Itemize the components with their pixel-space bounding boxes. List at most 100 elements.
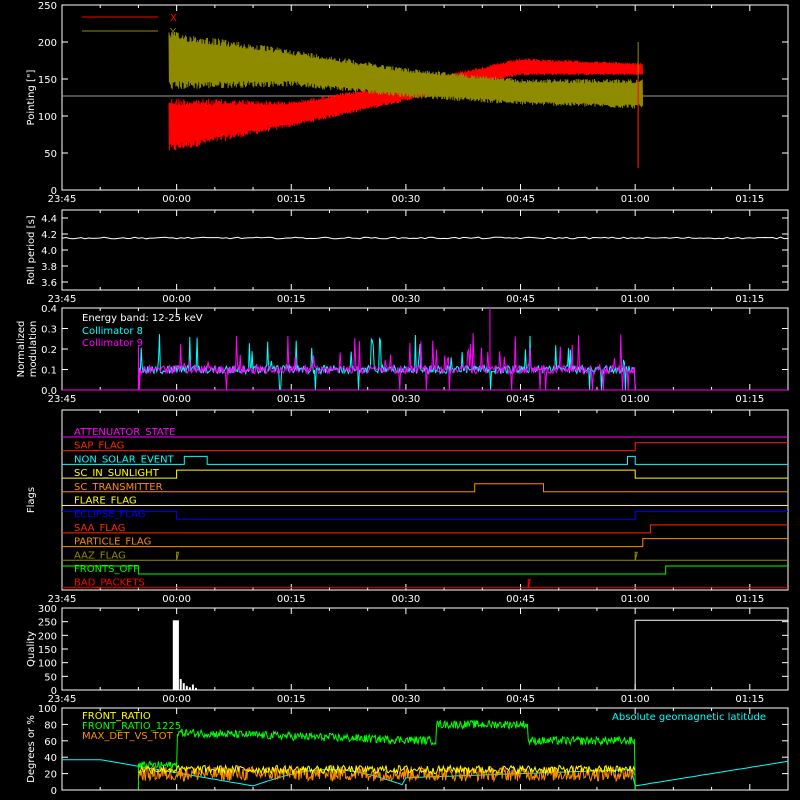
plot-frame [61, 209, 789, 291]
flag-trace [62, 469, 788, 479]
x-tick-label: 00:15 [277, 394, 306, 405]
y-axis-label: Roll period [s] [26, 215, 37, 284]
y-axis-label: Flags [26, 487, 37, 513]
flag-trace [62, 442, 788, 452]
y-axis-label: Pointing ["] [26, 69, 37, 125]
flag-trace [62, 524, 788, 534]
quality-bar [182, 683, 185, 690]
legend-label: Y [169, 27, 177, 38]
panel-quality: 050100150200250300Quality [26, 604, 789, 697]
x-tick-label: 00:00 [162, 594, 191, 605]
y-tick-label: 0.3 [41, 325, 57, 336]
flag-label: ATTENUATOR_STATE [74, 427, 175, 438]
panel-flags: Flags ATTENUATOR_STATE SAP_FLAG NON_SOLAR_E… [26, 409, 789, 591]
legend-label: Collimator 8 [82, 326, 143, 337]
legend: XY [82, 13, 177, 38]
y-tick-label: 4.0 [41, 246, 57, 257]
flag-label: AAZ_FLAG [74, 550, 126, 561]
x-tick-labels: 23:45 00:00 00:15 00:30 00:45 01:00 01:15 [48, 194, 765, 205]
flag-trace [62, 551, 788, 561]
y-tick-label: 100 [38, 659, 57, 670]
y-tick-label: 0.2 [41, 345, 57, 356]
y-axis-label: Degrees or % [26, 715, 37, 783]
x-tick-label: 00:00 [162, 294, 191, 305]
panel-roll: 3.6 3.8 4.0 4.2 4.4 Roll period [s] [26, 209, 789, 291]
x-tick-label: 00:15 [277, 694, 306, 705]
x-tick-label: 00:30 [391, 394, 420, 405]
panel-front_ratio: 020406080100Degrees or % FRONT_RATIOFRONT… [26, 704, 789, 797]
flag-label: PARTICLE_FLAG [74, 537, 151, 548]
x-tick-label: 00:45 [506, 294, 535, 305]
x-tick-label: 00:15 [277, 594, 306, 605]
y-tick-label: 100 [38, 704, 57, 715]
quality-bar [191, 684, 194, 690]
quality-line [634, 619, 788, 690]
y-tick-label: 4.2 [41, 230, 57, 241]
y-tick-label: 80 [44, 720, 57, 731]
y-tick-label: 150 [38, 75, 57, 86]
y-tick-label: 0.1 [41, 366, 57, 377]
x-tick-label: 01:00 [621, 294, 650, 305]
y-tick-label: 20 [44, 770, 57, 781]
flag-label: FRONTS_OFF [74, 564, 139, 575]
x-tick-label: 00:30 [391, 594, 420, 605]
y-tick-label: 4.4 [41, 214, 57, 225]
flag-label: FLARE_FLAG [74, 496, 137, 507]
x-tick-label: 01:00 [621, 394, 650, 405]
x-tick-label: 00:00 [162, 694, 191, 705]
panel-modulation: 0.00.10.20.30.4Normalized modulationEnerg… [16, 304, 789, 397]
x-tick-labels: 23:45 00:00 00:15 00:30 00:45 01:00 01:15 [48, 694, 765, 705]
x-tick-label: 01:15 [735, 194, 764, 205]
flag-trace [62, 538, 788, 548]
x-tick-label: 23:45 [48, 194, 77, 205]
x-tick-label: 00:15 [277, 194, 306, 205]
quality-bar [194, 687, 197, 690]
y-tick-label: 300 [38, 604, 57, 615]
x-tick-label: 00:45 [506, 194, 535, 205]
x-tick-label: 00:45 [506, 694, 535, 705]
x-tick-labels: 23:45 00:00 00:15 00:30 00:45 01:00 01:15 [48, 294, 765, 305]
x-tick-label: 01:00 [621, 694, 650, 705]
y-axis-label: Normalized [16, 321, 27, 378]
x-tick-label: 00:30 [391, 194, 420, 205]
flag-label: SAA_FLAG [74, 523, 125, 534]
y-tick-label: 60 [44, 737, 57, 748]
panel-pointing: 050100150200250Pointing ["]XY [26, 1, 789, 197]
x-tick-label: 01:15 [735, 694, 764, 705]
x-tick-labels: 23:45 00:00 00:15 00:30 00:45 01:00 01:15 [48, 394, 765, 405]
y-tick-label: 50 [44, 672, 57, 683]
flag-label: SC_IN_SUNLIGHT [74, 468, 160, 479]
quality-bar [172, 620, 179, 690]
x-tick-label: 00:30 [391, 694, 420, 705]
flag-label: SAP_FLAG [74, 441, 124, 452]
x-tick-label: 00:00 [162, 394, 191, 405]
x-tick-label: 01:15 [735, 294, 764, 305]
y-tick-label: 40 [44, 753, 57, 764]
quality-bar [179, 679, 182, 690]
y-tick-label: 3.6 [41, 278, 57, 289]
y-tick-label: 3.8 [41, 262, 57, 273]
flag-trace [62, 483, 788, 493]
x-tick-label: 01:15 [735, 394, 764, 405]
y-tick-label: 0.4 [41, 304, 57, 315]
y-axis-label: Quality [26, 631, 37, 667]
quality-bar [188, 687, 191, 690]
y-tick-label: 250 [38, 1, 57, 12]
rhessi-quicklook-figure: 0 50 100 150 200 250 Pointing ["] XY 23:45 00:00 0… [16, 1, 789, 797]
x-tick-label: 01:00 [621, 594, 650, 605]
x-tick-label: 00:45 [506, 394, 535, 405]
x-tick-label: 23:45 [48, 394, 77, 405]
flag-trace [62, 565, 788, 575]
flag-trace [62, 510, 788, 520]
legend-label: MAX_DET_VS_TOT [82, 731, 174, 742]
flag-label: ECLIPSE_FLAG [74, 509, 145, 520]
quality-bar [185, 685, 188, 690]
energy-band-annotation: Energy band: 12-25 keV [82, 313, 203, 324]
legend-label: Absolute geomagnetic latitude [612, 712, 766, 723]
legend-label: X [170, 13, 177, 24]
roll-period-line [61, 236, 789, 240]
flag-label: SC_TRANSMITTER [74, 482, 163, 493]
x-tick-label: 01:15 [735, 594, 764, 605]
x-tick-label: 00:30 [391, 294, 420, 305]
series-collimator-9 [137, 333, 636, 391]
